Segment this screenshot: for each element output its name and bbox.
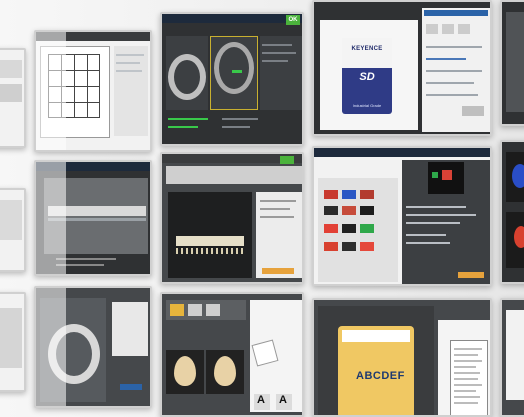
- tile-grid-inspection: [34, 30, 152, 152]
- tile-color-match: [312, 146, 492, 286]
- tile-left-top: [0, 48, 26, 148]
- letter-a-left: A: [257, 394, 266, 406]
- tile-sd-card: KEYENCE SD Industrial Grade: [312, 0, 492, 136]
- egg-image-right: [214, 356, 236, 386]
- tile-right-bottom: [500, 298, 524, 417]
- sd-logo-text: SD: [359, 71, 375, 84]
- screenshot-collage: OK A A KEYENCE SD Industrial Grade ABCDE…: [0, 0, 524, 417]
- sd-card-image: KEYENCE SD Industrial Grade: [342, 38, 392, 114]
- tile-left-bottom: [0, 292, 26, 392]
- label-text: ABCDEF: [356, 370, 405, 382]
- ring-image: [168, 54, 206, 100]
- sd-brand-text: KEYENCE: [351, 46, 383, 52]
- letter-a-right: A: [279, 394, 288, 406]
- ok-badge: OK: [286, 15, 300, 25]
- tile-ring-gray: [34, 286, 152, 408]
- egg-image-left: [174, 356, 196, 386]
- tile-right-middle: [500, 140, 524, 284]
- tile-right-top: [500, 0, 524, 126]
- sd-subtitle-text: Industrial Grade: [352, 103, 382, 108]
- tile-connector-strip: [34, 160, 152, 276]
- tile-pin-connector: [160, 152, 304, 284]
- tile-egg-inspection: A A: [160, 292, 304, 417]
- tile-ring-green: OK: [160, 12, 304, 146]
- tile-left-middle: [0, 188, 26, 272]
- tile-label-ocr: ABCDEF: [312, 298, 492, 417]
